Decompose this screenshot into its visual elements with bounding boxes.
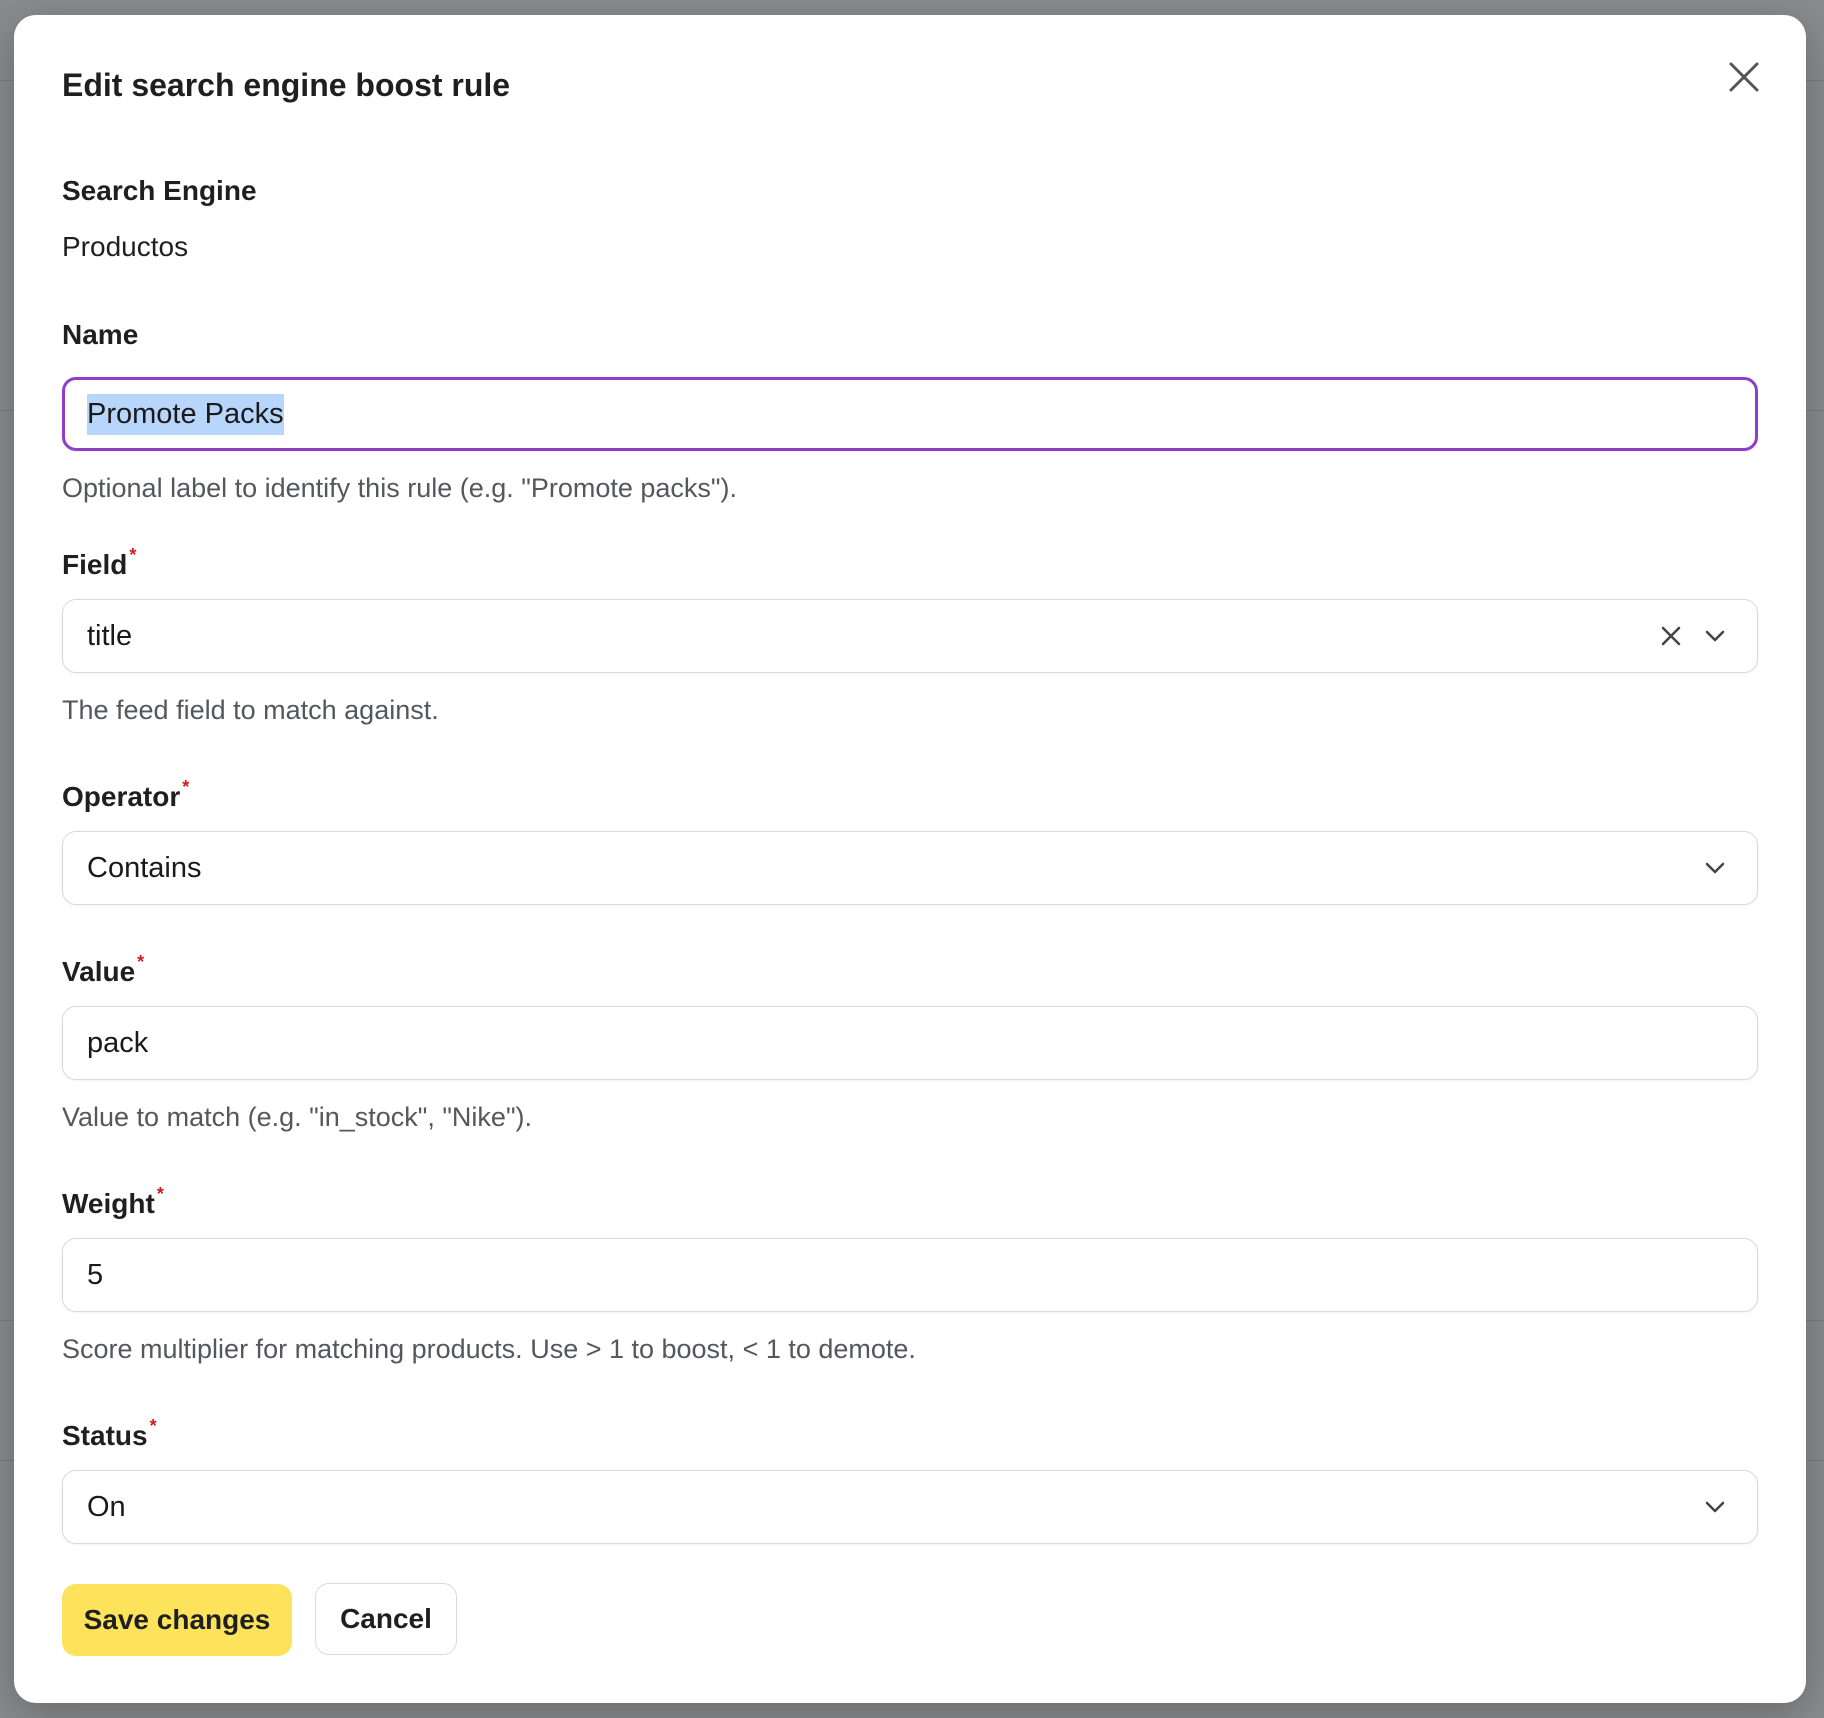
- cancel-button[interactable]: Cancel: [315, 1583, 457, 1655]
- name-input-value: Promote Packs: [87, 393, 284, 435]
- status-label: Status *: [62, 1416, 157, 1451]
- field-help-text: The feed field to match against.: [62, 695, 439, 725]
- name-section: Name Promote Packs Optional label to ide…: [62, 319, 1758, 504]
- status-section: Status * On: [62, 1416, 1758, 1544]
- status-select[interactable]: On: [62, 1470, 1758, 1544]
- search-engine-section: Search Engine Productos: [62, 175, 1758, 263]
- search-engine-label: Search Engine: [62, 175, 257, 206]
- operator-dropdown-toggle[interactable]: [1697, 850, 1733, 886]
- value-input[interactable]: pack: [62, 1006, 1758, 1080]
- close-icon: [1729, 62, 1759, 92]
- weight-label: Weight *: [62, 1184, 164, 1219]
- status-select-value: On: [87, 1490, 126, 1523]
- required-mark: *: [182, 777, 190, 797]
- required-mark: *: [156, 1184, 164, 1204]
- value-label: Value *: [62, 952, 145, 987]
- field-select-value: title: [87, 619, 133, 652]
- value-help-text: Value to match (e.g. "in_stock", "Nike")…: [62, 1102, 533, 1132]
- clear-icon: [1661, 626, 1681, 646]
- field-label: Field *: [62, 545, 137, 580]
- field-section: Field * title The feed field to match aga…: [62, 545, 1758, 726]
- value-section: Value * pack Value to match (e.g. "in_sto…: [62, 952, 1758, 1133]
- chevron-down-icon: [1705, 1501, 1725, 1513]
- name-input[interactable]: Promote Packs: [62, 377, 1758, 451]
- required-mark: *: [137, 952, 145, 972]
- weight-section: Weight * 5 Score multiplier for matching …: [62, 1184, 1758, 1365]
- field-dropdown-toggle[interactable]: [1697, 618, 1733, 654]
- required-mark: *: [149, 1416, 157, 1436]
- search-engine-value: Productos: [62, 231, 189, 262]
- clear-field-button[interactable]: [1653, 618, 1689, 654]
- operator-label: Operator *: [62, 777, 190, 812]
- required-mark: *: [129, 545, 137, 565]
- status-dropdown-toggle[interactable]: [1697, 1489, 1733, 1525]
- dialog-title: Edit search engine boost rule: [62, 67, 511, 103]
- operator-section: Operator * Contains: [62, 777, 1758, 905]
- chevron-down-icon: [1705, 630, 1725, 642]
- close-button[interactable]: [1720, 53, 1768, 101]
- weight-input-value: 5: [87, 1258, 104, 1291]
- save-changes-button[interactable]: Save changes: [62, 1584, 292, 1656]
- edit-boost-rule-dialog: Edit search engine boost rule Search Eng…: [14, 15, 1806, 1703]
- operator-select-value: Contains: [87, 851, 202, 884]
- weight-input[interactable]: 5: [62, 1238, 1758, 1312]
- chevron-down-icon: [1705, 862, 1725, 874]
- value-input-value: pack: [87, 1026, 149, 1059]
- operator-select[interactable]: Contains: [62, 831, 1758, 905]
- name-label: Name: [62, 319, 139, 350]
- field-select[interactable]: title: [62, 599, 1758, 673]
- weight-help-text: Score multiplier for matching products. …: [62, 1334, 916, 1364]
- name-help-text: Optional label to identify this rule (e.…: [62, 473, 737, 503]
